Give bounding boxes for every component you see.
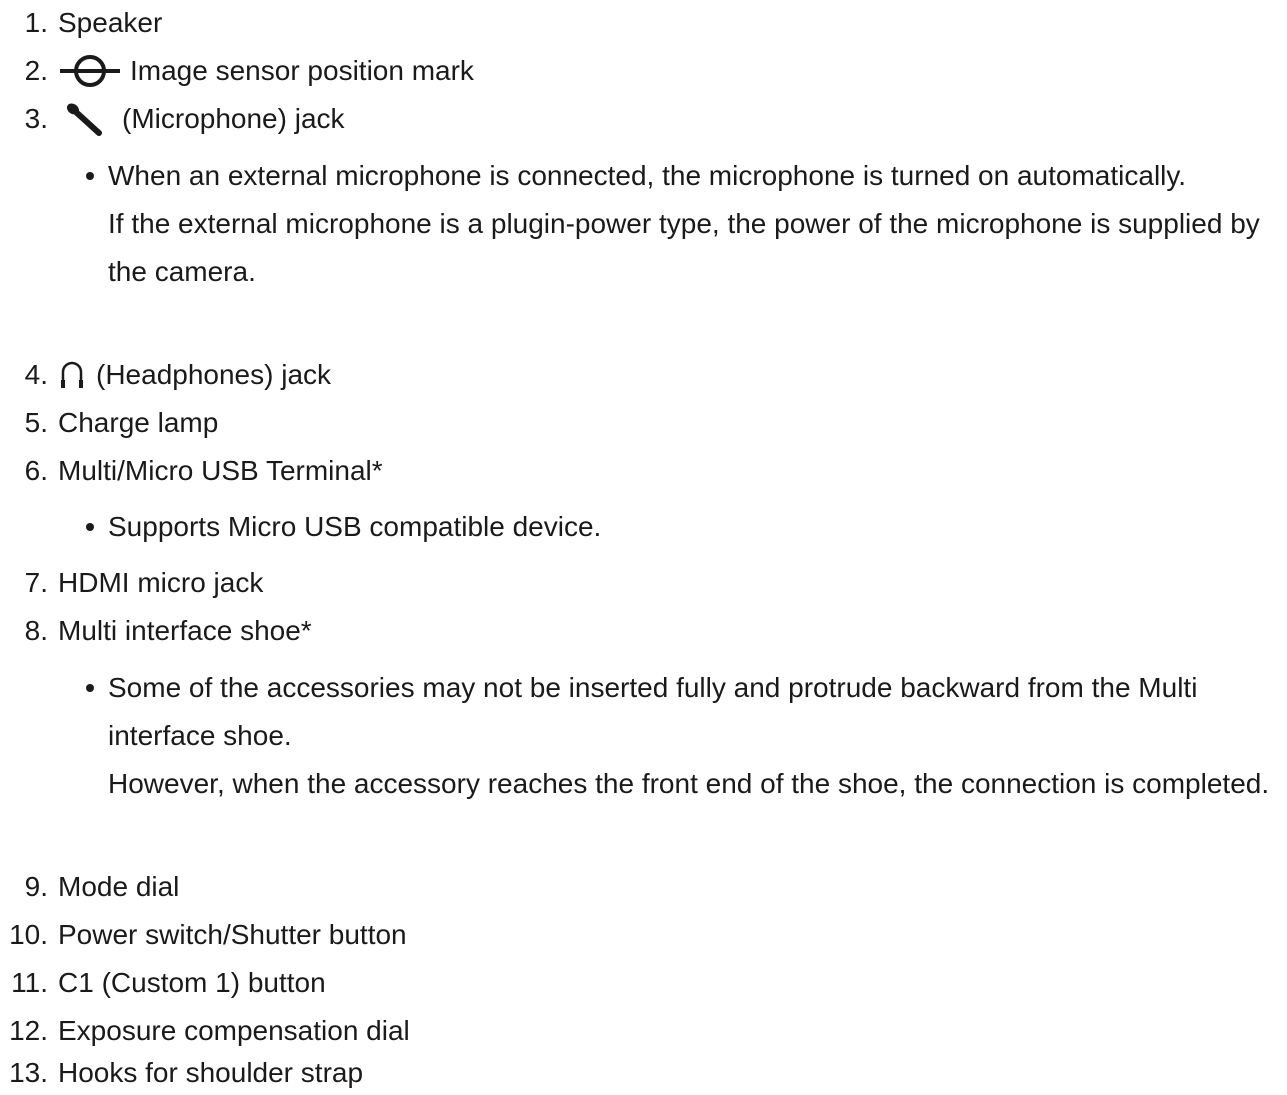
list-item: 1. Speaker — [0, 3, 163, 43]
item-label: (Headphones) jack — [96, 359, 332, 390]
item-number: 9. — [24, 871, 48, 902]
list-item: 13. Hooks for shoulder strap — [0, 1053, 363, 1093]
bullet-icon — [86, 172, 94, 180]
headphones-icon — [60, 358, 84, 392]
parts-list: 1. Speaker 2. Image sensor position mark… — [0, 0, 1287, 1095]
list-item: 3. (Microphone) jack — [0, 99, 345, 139]
item-label: Speaker — [58, 7, 163, 38]
list-item: 7. HDMI micro jack — [0, 563, 264, 603]
list-item: 6. Multi/Micro USB Terminal* — [0, 451, 383, 491]
note-text: When an external microphone is connected… — [108, 160, 1187, 191]
list-item: 10. Power switch/Shutter button — [0, 915, 407, 955]
item-label: HDMI micro jack — [58, 567, 264, 598]
note-text: If the external microphone is a plugin-p… — [108, 208, 1260, 287]
item-number: 11. — [11, 967, 48, 998]
note: Some of the accessories may not be inser… — [86, 664, 1283, 808]
bullet-icon — [86, 684, 94, 692]
note: When an external microphone is connected… — [86, 152, 1283, 296]
item-label: Charge lamp — [58, 407, 219, 438]
item-label: Multi/Micro USB Terminal* — [58, 455, 383, 486]
item-number: 6. — [24, 455, 48, 486]
list-item: 11. C1 (Custom 1) button — [0, 963, 326, 1003]
list-item: 12. Exposure compensation dial — [0, 1011, 410, 1051]
item-number: 2. — [24, 55, 48, 86]
list-item: 5. Charge lamp — [0, 403, 219, 443]
list-item: 8. Multi interface shoe* — [0, 611, 312, 651]
item-number: 4. — [24, 359, 48, 390]
bullet-icon — [86, 523, 94, 531]
microphone-icon — [66, 101, 104, 137]
item-number: 13. — [9, 1057, 48, 1088]
list-item: 9. Mode dial — [0, 867, 180, 907]
item-label: Multi interface shoe* — [58, 615, 312, 646]
list-item: 4. (Headphones) jack — [0, 355, 331, 395]
list-item: 2. Image sensor position mark — [0, 51, 474, 91]
note-text: However, when the accessory reaches the … — [108, 768, 1270, 799]
item-number: 7. — [24, 567, 48, 598]
item-number: 5. — [24, 407, 48, 438]
item-label: (Microphone) jack — [122, 103, 345, 134]
item-label: Hooks for shoulder strap — [58, 1057, 364, 1088]
item-number: 8. — [24, 615, 48, 646]
item-number: 12. — [9, 1015, 48, 1046]
image-sensor-mark-icon — [58, 54, 122, 88]
note-text: Supports Micro USB compatible device. — [108, 511, 602, 542]
item-number: 10. — [9, 919, 48, 950]
note: Supports Micro USB compatible device. — [86, 503, 1283, 551]
item-label: Exposure compensation dial — [58, 1015, 410, 1046]
item-label: Mode dial — [58, 871, 180, 902]
note-text: Some of the accessories may not be inser… — [108, 672, 1198, 751]
item-label: Image sensor position mark — [130, 55, 474, 86]
item-number: 3. — [24, 103, 48, 134]
item-label: C1 (Custom 1) button — [58, 967, 326, 998]
item-number: 1. — [24, 7, 48, 38]
item-label: Power switch/Shutter button — [58, 919, 407, 950]
